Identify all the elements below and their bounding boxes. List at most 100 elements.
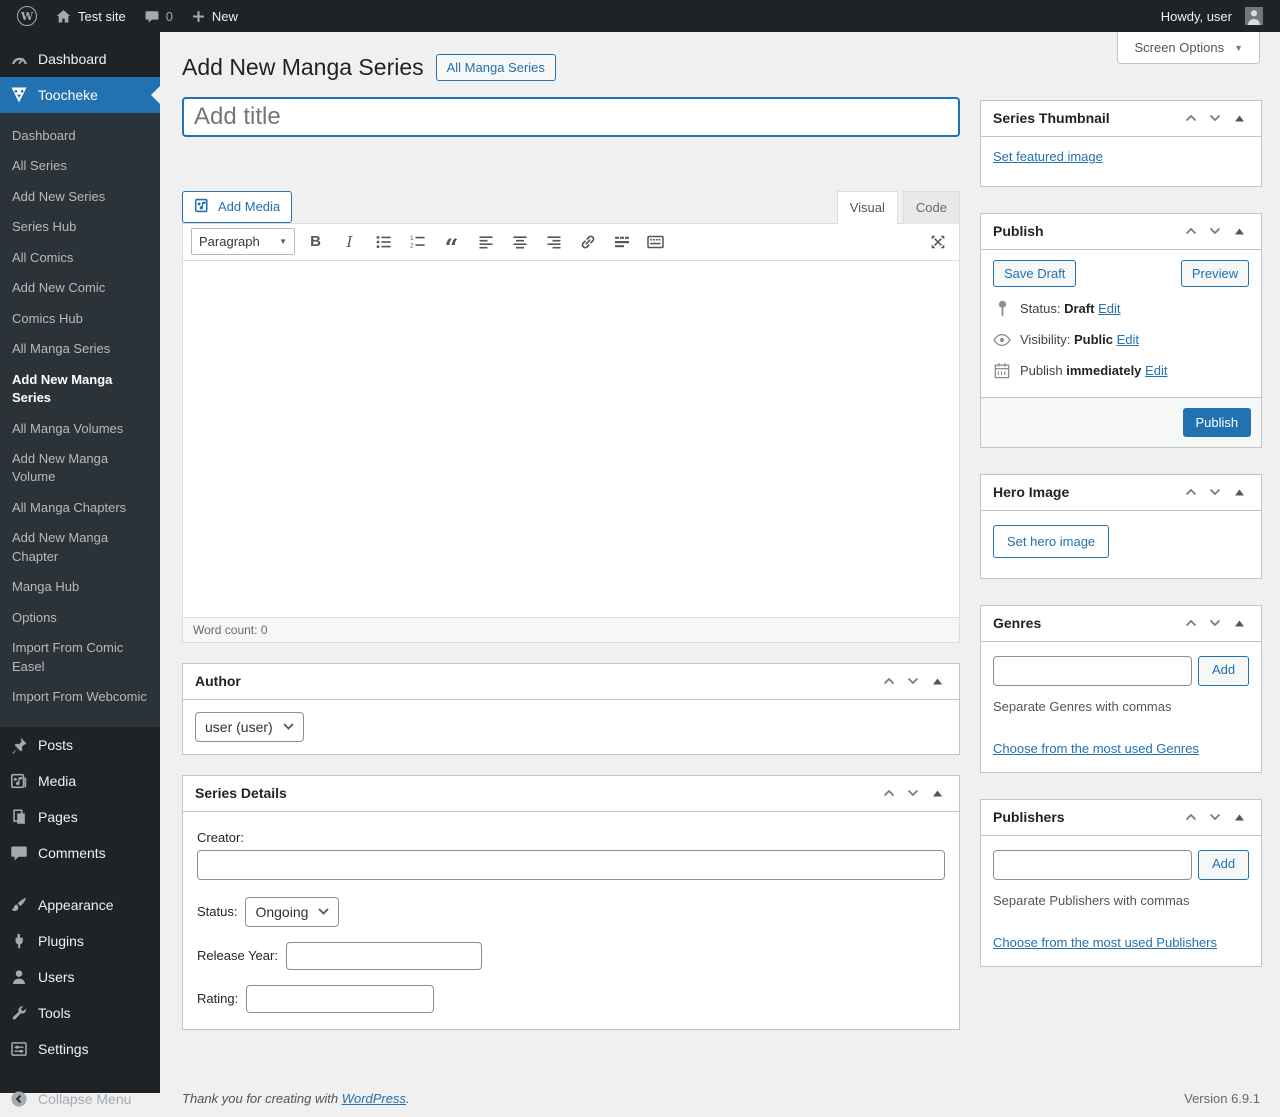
sidebar-item-appearance[interactable]: Appearance — [0, 887, 160, 923]
move-up-button[interactable] — [1181, 807, 1201, 827]
move-down-button[interactable] — [903, 671, 923, 691]
submenu-add-new-comic[interactable]: Add New Comic — [0, 273, 160, 303]
move-up-button[interactable] — [1181, 482, 1201, 502]
collapse-menu-button[interactable]: Collapse Menu — [0, 1081, 160, 1117]
submenu-all-comics[interactable]: All Comics — [0, 243, 160, 273]
new-content-link[interactable]: New — [182, 0, 247, 32]
sidebar-item-settings[interactable]: Settings — [0, 1031, 160, 1067]
sidebar-item-comments[interactable]: Comments — [0, 835, 160, 871]
author-select[interactable]: user (user) — [195, 711, 304, 742]
move-down-button[interactable] — [1205, 613, 1225, 633]
move-down-button[interactable] — [1205, 807, 1225, 827]
genres-input[interactable] — [993, 655, 1192, 686]
move-down-button[interactable] — [1205, 108, 1225, 128]
sidebar-item-toocheke[interactable]: Toocheke — [0, 77, 160, 113]
sidebar-item-dashboard[interactable]: Dashboard — [0, 41, 160, 77]
submenu-all-series[interactable]: All Series — [0, 151, 160, 181]
sidebar-item-plugins[interactable]: Plugins — [0, 923, 160, 959]
set-featured-image-link[interactable]: Set featured image — [993, 149, 1103, 164]
title-input[interactable] — [182, 96, 960, 137]
release-year-input[interactable] — [285, 941, 482, 970]
bullet-list-button[interactable] — [370, 229, 397, 255]
submenu-add-new-manga-series[interactable]: Add New Manga Series — [0, 365, 160, 414]
status-select[interactable]: Ongoing — [245, 896, 340, 927]
italic-button[interactable]: I — [336, 229, 363, 255]
move-up-button[interactable] — [1181, 108, 1201, 128]
read-more-button[interactable] — [608, 229, 635, 255]
series-thumbnail-header[interactable]: Series Thumbnail — [981, 101, 1262, 137]
choose-publishers-link[interactable]: Choose from the most used Publishers — [993, 935, 1217, 950]
submenu-all-manga-chapters[interactable]: All Manga Chapters — [0, 493, 160, 523]
screen-options-tab[interactable]: Screen Options ▼ — [1117, 32, 1260, 64]
submenu-import-comic-easel[interactable]: Import From Comic Easel — [0, 633, 160, 682]
move-up-button[interactable] — [879, 783, 899, 803]
add-genre-button[interactable]: Add — [1198, 655, 1250, 686]
submenu-manga-hub[interactable]: Manga Hub — [0, 572, 160, 602]
set-hero-image-button[interactable]: Set hero image — [993, 524, 1110, 558]
author-box-header[interactable]: Author — [183, 664, 959, 700]
edit-status-link[interactable]: Edit — [1098, 301, 1120, 316]
blockquote-button[interactable]: “ — [438, 229, 465, 259]
rating-input[interactable] — [246, 984, 435, 1013]
comments-link[interactable]: 0 — [135, 0, 182, 32]
my-account-link[interactable]: Howdy, user — [1152, 0, 1272, 32]
edit-visibility-link[interactable]: Edit — [1117, 332, 1139, 347]
series-details-header[interactable]: Series Details — [183, 776, 959, 812]
submenu-dashboard[interactable]: Dashboard — [0, 121, 160, 151]
creator-input[interactable] — [197, 849, 945, 880]
toggle-panel-button[interactable] — [927, 783, 947, 803]
toggle-panel-button[interactable] — [1229, 108, 1249, 128]
toggle-panel-button[interactable] — [1229, 807, 1249, 827]
genres-header[interactable]: Genres — [981, 606, 1262, 642]
submenu-add-new-manga-volume[interactable]: Add New Manga Volume — [0, 444, 160, 493]
add-publisher-button[interactable]: Add — [1198, 849, 1250, 880]
link-button[interactable] — [574, 229, 601, 255]
move-up-button[interactable] — [879, 671, 899, 691]
submenu-comics-hub[interactable]: Comics Hub — [0, 304, 160, 334]
toggle-panel-button[interactable] — [1229, 221, 1249, 241]
edit-publish-date-link[interactable]: Edit — [1145, 363, 1167, 378]
sidebar-item-users[interactable]: Users — [0, 959, 160, 995]
numbered-list-button[interactable]: 12 — [404, 229, 431, 255]
submenu-add-new-series[interactable]: Add New Series — [0, 182, 160, 212]
bold-button[interactable]: B — [302, 229, 329, 255]
sidebar-item-pages[interactable]: Pages — [0, 799, 160, 835]
toggle-panel-button[interactable] — [1229, 482, 1249, 502]
paragraph-format-select[interactable]: Paragraph ▼ — [191, 228, 295, 256]
submenu-add-new-manga-chapter[interactable]: Add New Manga Chapter — [0, 523, 160, 572]
editor-content-area[interactable] — [183, 260, 959, 617]
site-name-link[interactable]: Test site — [46, 0, 135, 32]
sidebar-item-media[interactable]: Media — [0, 763, 160, 799]
publishers-input[interactable] — [993, 849, 1192, 880]
wordpress-link[interactable]: WordPress — [342, 1091, 406, 1106]
fullscreen-icon[interactable] — [924, 229, 951, 255]
submenu-options[interactable]: Options — [0, 603, 160, 633]
toggle-panel-button[interactable] — [927, 671, 947, 691]
save-draft-button[interactable]: Save Draft — [993, 259, 1077, 287]
choose-genres-link[interactable]: Choose from the most used Genres — [993, 741, 1199, 756]
sidebar-item-tools[interactable]: Tools — [0, 995, 160, 1031]
submenu-all-manga-volumes[interactable]: All Manga Volumes — [0, 414, 160, 444]
submenu-series-hub[interactable]: Series Hub — [0, 212, 160, 242]
align-center-button[interactable] — [506, 229, 533, 255]
move-up-button[interactable] — [1181, 221, 1201, 241]
move-down-button[interactable] — [1205, 221, 1225, 241]
move-down-button[interactable] — [903, 783, 923, 803]
toggle-panel-button[interactable] — [1229, 613, 1249, 633]
tab-visual[interactable]: Visual — [836, 190, 898, 224]
preview-button[interactable]: Preview — [1180, 259, 1250, 287]
publishers-header[interactable]: Publishers — [981, 800, 1262, 836]
hero-image-header[interactable]: Hero Image — [981, 475, 1262, 511]
sidebar-item-posts[interactable]: Posts — [0, 727, 160, 763]
all-manga-series-button[interactable]: All Manga Series — [435, 54, 556, 82]
publish-button[interactable]: Publish — [1182, 407, 1252, 437]
submenu-import-webcomic[interactable]: Import From Webcomic — [0, 682, 160, 712]
toolbar-toggle-button[interactable] — [642, 229, 669, 255]
wordpress-menu[interactable]: W — [8, 0, 46, 32]
add-media-button[interactable]: Add Media — [182, 190, 293, 223]
publish-header[interactable]: Publish — [981, 214, 1262, 250]
tab-code[interactable]: Code — [902, 190, 960, 224]
align-right-button[interactable] — [540, 229, 567, 255]
move-down-button[interactable] — [1205, 482, 1225, 502]
align-left-button[interactable] — [472, 229, 499, 255]
